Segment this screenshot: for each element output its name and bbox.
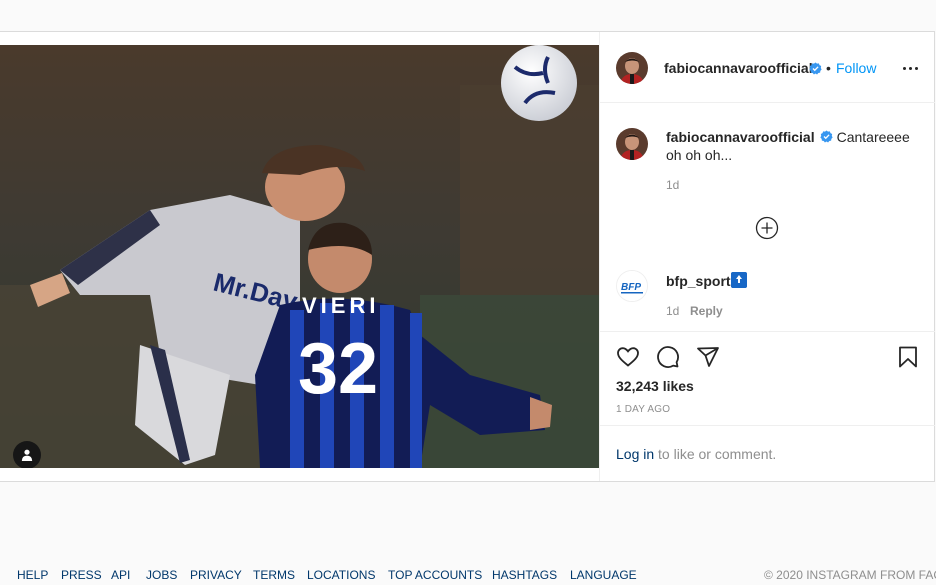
login-suffix: to like or comment. [654, 446, 777, 462]
load-more-comments-icon[interactable] [755, 216, 779, 240]
footer-link-locations[interactable]: LOCATIONS [307, 568, 375, 582]
caption-time: 1d [666, 178, 680, 192]
footer-link-terms[interactable]: TERMS [253, 568, 295, 582]
bookmark-icon[interactable] [896, 345, 920, 369]
post-photo[interactable]: Mr.Day VIERI 32 [0, 45, 599, 468]
footer-link-language[interactable]: LANGUAGE [570, 568, 637, 582]
footer: HELP PRESS API JOBS PRIVACY TERMS LOCATI… [0, 568, 936, 585]
caption-avatar[interactable] [616, 128, 648, 160]
author-username[interactable]: fabiocannavaroofficial [664, 60, 813, 76]
post-sidebar: fabiocannavaroofficial • Follow fabiocan… [599, 32, 935, 481]
caption-line-1: Cantareeee [836, 129, 910, 145]
header-separator: • [826, 60, 831, 76]
caption-line-2: oh oh oh... [666, 147, 733, 163]
follow-button[interactable]: Follow [836, 60, 876, 76]
bfp-logo: BFP [617, 271, 647, 301]
post-card: Mr.Day VIERI 32 fabiocannavaroofficial •… [0, 31, 935, 482]
user-tag-button[interactable] [13, 441, 41, 468]
login-prompt: Log in to like or comment. [600, 425, 935, 481]
footer-link-top-accounts[interactable]: TOP ACCOUNTS [388, 568, 482, 582]
footer-link-jobs[interactable]: JOBS [146, 568, 177, 582]
footer-link-api[interactable]: API [111, 568, 130, 582]
author-avatar[interactable] [616, 52, 648, 84]
avatar-image [616, 128, 648, 160]
commenter-username[interactable]: bfp_sport [666, 273, 731, 289]
football-photo: Mr.Day VIERI 32 [0, 45, 599, 468]
more-options-icon[interactable] [903, 60, 919, 76]
verified-badge-icon [809, 62, 822, 75]
svg-text:BFP: BFP [621, 282, 641, 293]
footer-link-hashtags[interactable]: HASHTAGS [492, 568, 557, 582]
jersey-name: VIERI [302, 293, 379, 318]
post-time[interactable]: 1 DAY AGO [616, 404, 670, 415]
caption: fabiocannavaroofficial Cantareeee oh oh … [666, 128, 916, 164]
reply-button[interactable]: Reply [690, 304, 723, 318]
avatar-image [616, 52, 648, 84]
commenter-avatar[interactable]: BFP [616, 270, 648, 302]
top-badge-icon [731, 272, 747, 288]
footer-link-press[interactable]: PRESS [61, 568, 102, 582]
login-link[interactable]: Log in [616, 446, 654, 462]
likes-count[interactable]: 32,243 likes [616, 378, 694, 394]
footer-link-help[interactable]: HELP [17, 568, 48, 582]
footer-link-privacy[interactable]: PRIVACY [190, 568, 242, 582]
person-icon [21, 449, 33, 461]
heart-icon[interactable] [616, 345, 640, 369]
paper-plane-icon[interactable] [696, 345, 720, 369]
post-header: fabiocannavaroofficial • Follow [600, 32, 935, 103]
jersey-number: 32 [298, 329, 378, 409]
comment-time: 1d [666, 304, 680, 318]
caption-username[interactable]: fabiocannavaroofficial [666, 129, 815, 145]
comment-bubble-icon[interactable] [656, 345, 680, 369]
footer-copyright: © 2020 INSTAGRAM FROM FAC [764, 568, 936, 582]
verified-badge-icon [819, 130, 833, 143]
